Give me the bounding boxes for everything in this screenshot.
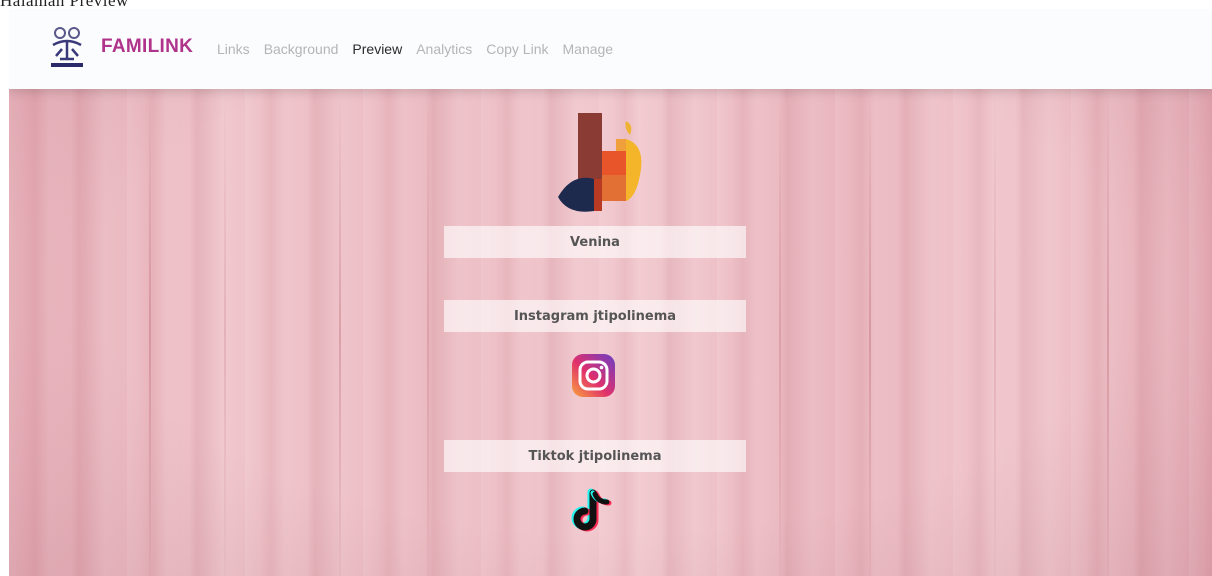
instagram-icon[interactable] — [571, 353, 616, 398]
nav-link-analytics[interactable]: Analytics — [416, 41, 472, 57]
preview-frame: FAMILINK Links Background Preview Analyt… — [9, 9, 1212, 576]
link-button-instagram[interactable]: Instagram jtipolinema — [444, 300, 746, 332]
profile-name: Venina — [444, 226, 746, 258]
brand-name[interactable]: FAMILINK — [101, 36, 193, 58]
nav-link-background[interactable]: Background — [264, 41, 339, 57]
tiktok-icon[interactable] — [571, 487, 616, 535]
nav-link-links[interactable]: Links — [217, 41, 250, 57]
familink-logo-icon[interactable] — [49, 25, 85, 71]
nav-link-preview[interactable]: Preview — [352, 41, 402, 57]
profile-logo — [558, 113, 642, 212]
link-button-tiktok[interactable]: Tiktok jtipolinema — [444, 440, 746, 472]
nav-links: Links Background Preview Analytics Copy … — [217, 41, 627, 57]
nav-link-copy-link[interactable]: Copy Link — [486, 41, 548, 57]
navbar: FAMILINK Links Background Preview Analyt… — [9, 9, 1212, 89]
nav-link-manage[interactable]: Manage — [563, 41, 614, 57]
